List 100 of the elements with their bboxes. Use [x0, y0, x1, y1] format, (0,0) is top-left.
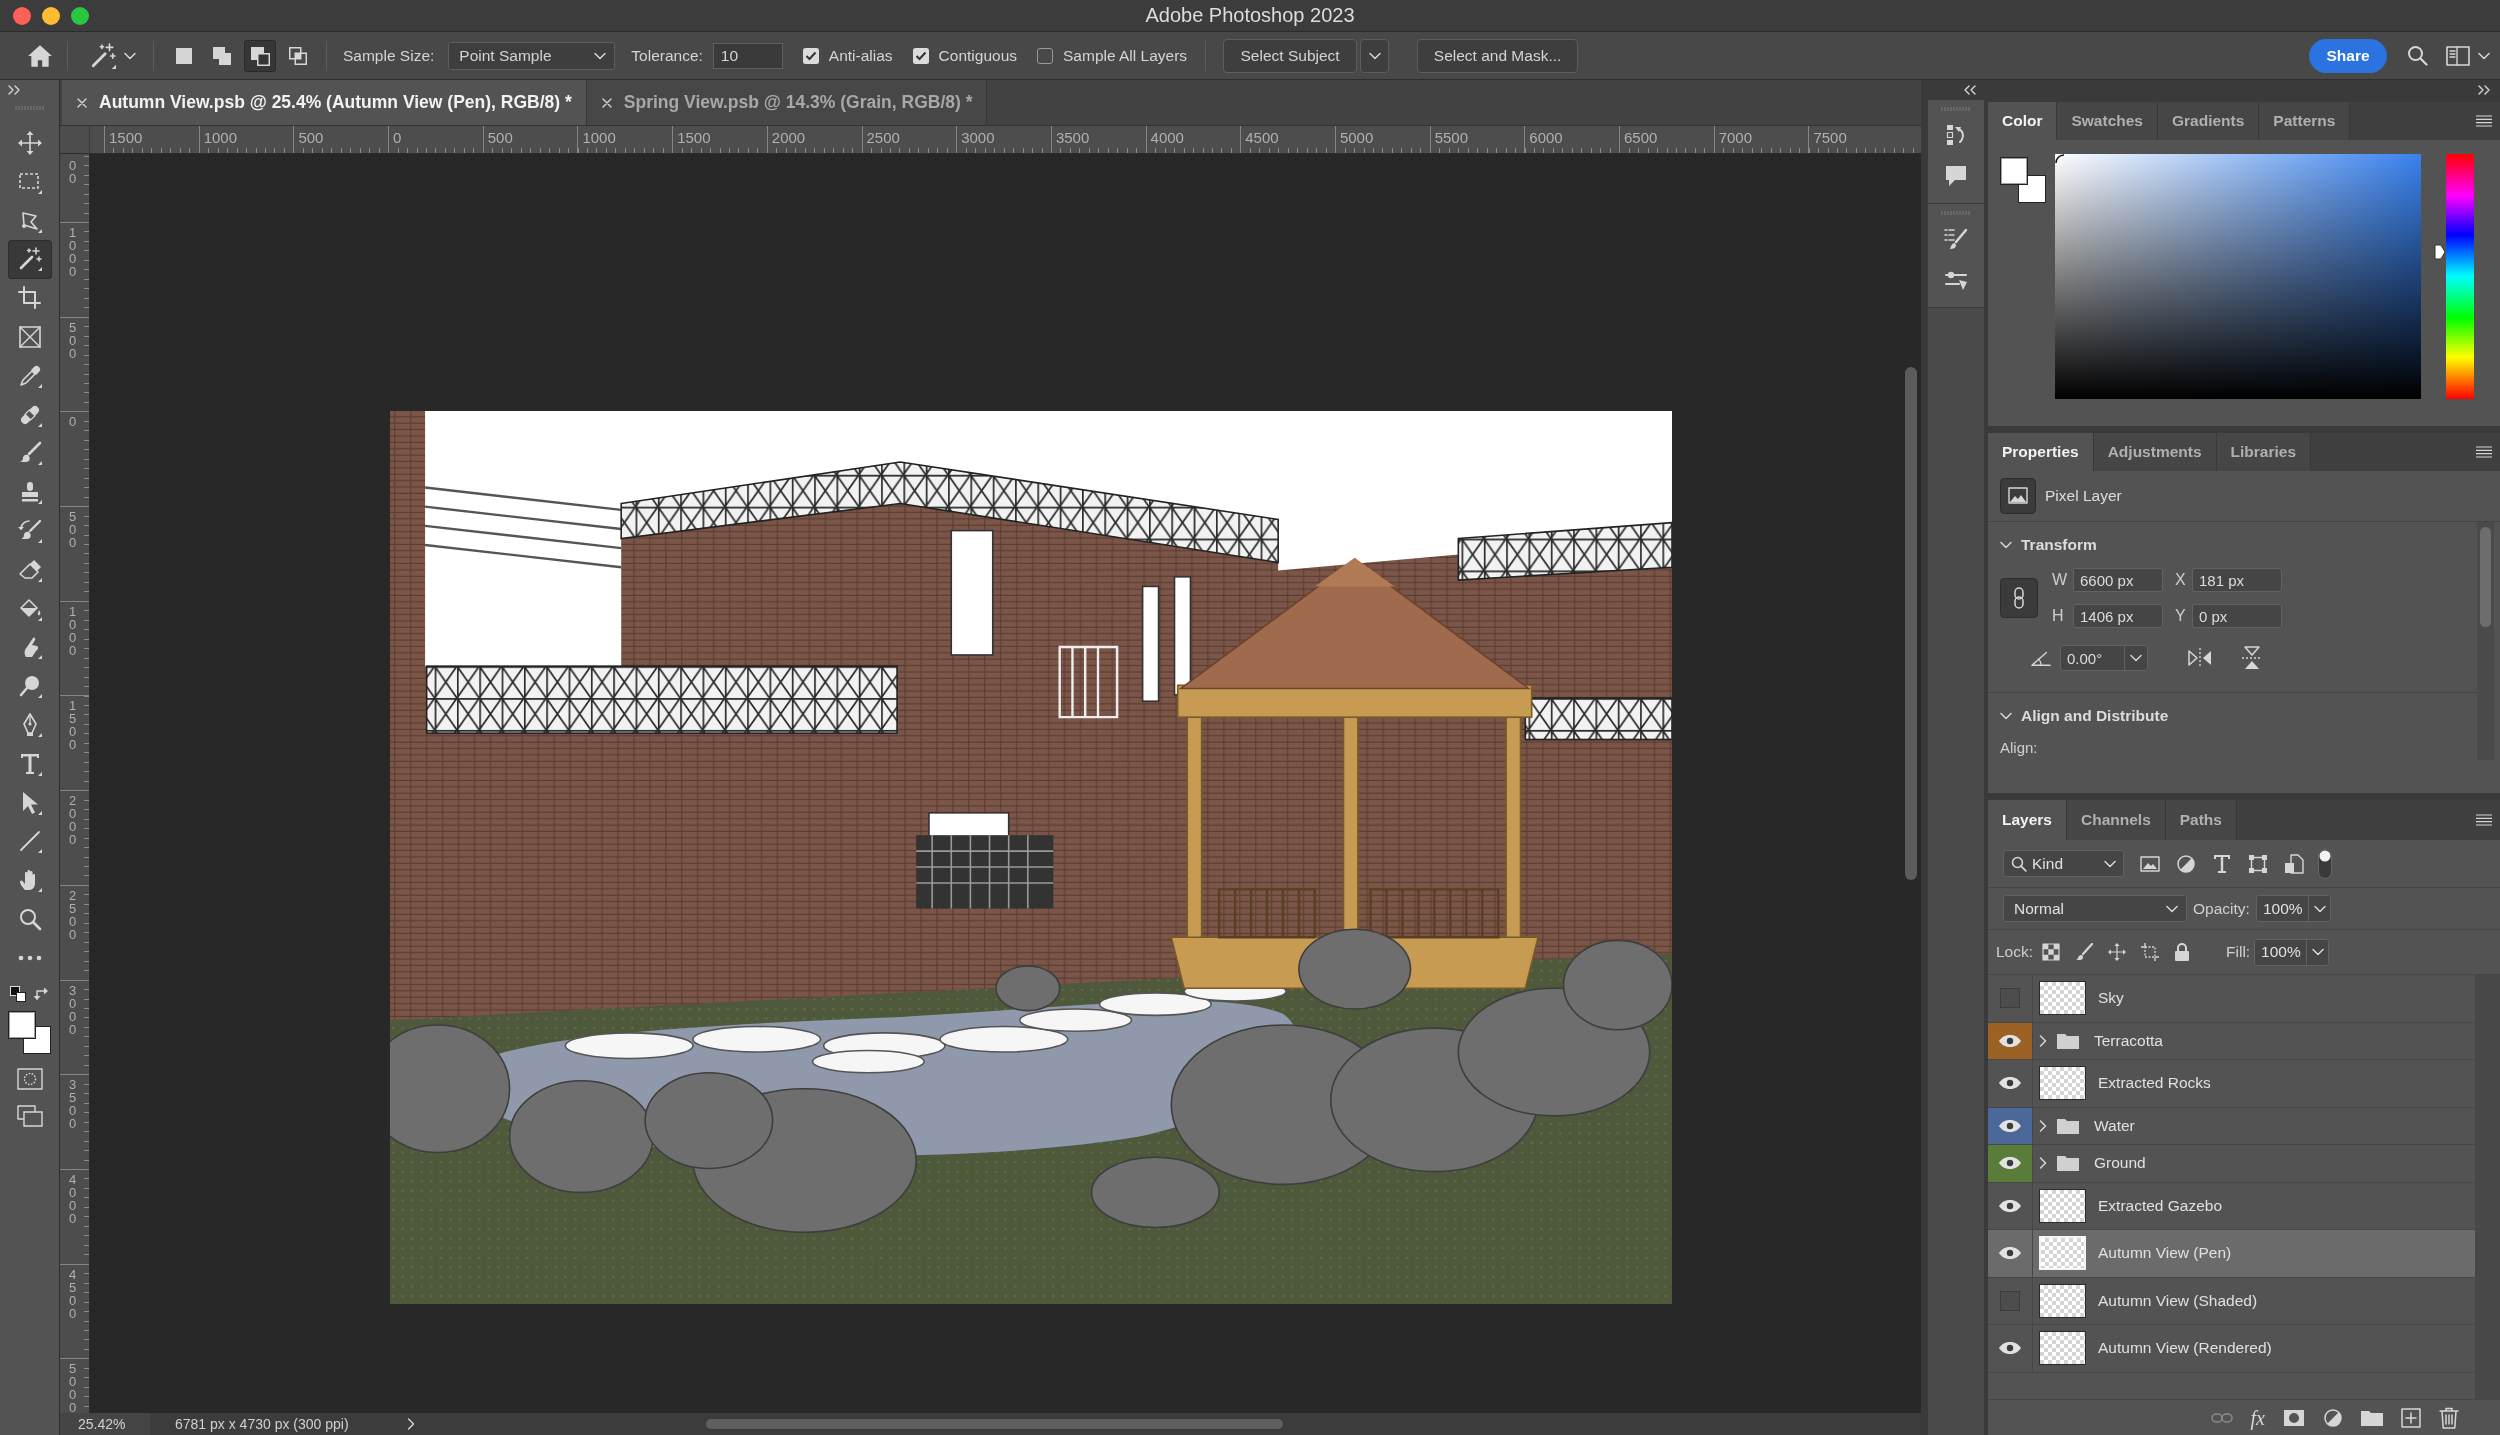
panel-tab[interactable]: Patterns — [2259, 102, 2351, 140]
layer-row[interactable]: Ground — [1988, 1145, 2475, 1183]
panel-tab[interactable]: Libraries — [2216, 433, 2312, 471]
new-layer-icon[interactable] — [2401, 1407, 2421, 1428]
panel-tab[interactable]: Swatches — [2057, 102, 2158, 140]
checkbox[interactable] — [802, 47, 819, 64]
panel-tab[interactable]: Gradients — [2158, 102, 2260, 140]
move-lock-icon[interactable] — [2108, 943, 2127, 961]
panel-tab[interactable]: Properties — [1988, 433, 2094, 471]
hue-slider[interactable] — [2434, 154, 2474, 399]
select-and-mask-button[interactable]: Select and Mask... — [1417, 38, 1579, 73]
tolerance-field[interactable]: 10 — [712, 42, 783, 69]
filter-kind-dropdown[interactable]: Kind — [2003, 850, 2124, 877]
screen-mode-icon[interactable] — [16, 1105, 43, 1128]
caret-icon[interactable] — [124, 51, 136, 60]
close-window-button[interactable] — [13, 6, 31, 25]
panel-tab[interactable]: Layers — [1988, 800, 2067, 840]
visibility-toggle[interactable] — [1988, 1022, 2033, 1059]
type-filter-icon[interactable] — [2212, 853, 2232, 874]
vertical-ruler[interactable]: 00 1000 500 0 500 1000 1500 2000 2500 3000 3500 4000 4500 5000 — [60, 154, 90, 1413]
sliders-icon[interactable] — [1944, 269, 1968, 291]
smart-object-filter-icon[interactable] — [2284, 853, 2304, 874]
trash-icon[interactable] — [2439, 1406, 2459, 1429]
filter-toggle-switch[interactable] — [2318, 848, 2332, 879]
brush-lock-icon[interactable] — [2075, 943, 2094, 961]
search-icon[interactable] — [2407, 45, 2428, 66]
section-header[interactable]: Align and Distribute — [1994, 699, 2477, 733]
layer-row[interactable]: Extracted Rocks — [1988, 1060, 2475, 1108]
shape-filter-icon[interactable] — [2248, 853, 2268, 874]
visibility-toggle[interactable] — [1988, 1107, 2033, 1144]
layer-row[interactable]: Sky — [1988, 975, 2475, 1023]
menu-icon[interactable] — [2476, 814, 2492, 826]
brush-list-icon[interactable] — [1944, 228, 1968, 250]
layer-row[interactable]: Water — [1988, 1107, 2475, 1145]
angle-field[interactable]: 0.00° — [2060, 645, 2148, 671]
chevron-down-icon[interactable] — [2000, 712, 2012, 720]
expand-panels-icon[interactable] — [2478, 85, 2490, 95]
chevron-right-icon[interactable] — [2039, 1119, 2047, 1132]
color-swatches-icon[interactable] — [2000, 157, 2046, 203]
layer-mask-icon[interactable] — [2283, 1408, 2305, 1427]
section-header[interactable]: Transform — [1994, 528, 2477, 562]
blend-mode-dropdown[interactable]: Normal — [2003, 895, 2187, 922]
panel-tab[interactable]: Adjustments — [2093, 433, 2217, 471]
number-field[interactable]: 0 px — [2192, 604, 2282, 628]
vertical-scrollbar-thumb[interactable] — [1905, 367, 1917, 880]
adjustment-filter-icon[interactable] — [2176, 853, 2196, 874]
padlock-icon[interactable] — [2174, 943, 2191, 961]
scrollbar-track[interactable] — [2477, 522, 2494, 760]
number-field[interactable]: 181 px — [2192, 568, 2282, 592]
checkbox-label[interactable]: Sample All Layers — [1063, 46, 1188, 65]
image-filter-icon[interactable] — [2140, 853, 2160, 874]
layer-row[interactable]: Autumn View (Rendered) — [1988, 1325, 2475, 1373]
color-field[interactable] — [2055, 154, 2421, 399]
artboard-lock-icon[interactable] — [2141, 943, 2160, 961]
horizontal-scrollbar-thumb[interactable] — [706, 1419, 1283, 1429]
sample-size-dropdown[interactable]: Point Sample — [448, 41, 616, 70]
visibility-toggle[interactable] — [1988, 1145, 2033, 1182]
fill-field[interactable]: 100% — [2254, 938, 2330, 966]
document-tab[interactable]: Autumn View.psb @ 25.4% (Autumn View (Pen), RGB/8) * — [62, 80, 587, 125]
dropdown-button[interactable] — [1360, 38, 1390, 73]
menu-icon[interactable] — [2476, 115, 2492, 127]
chevron-right-icon[interactable] — [407, 1418, 415, 1430]
number-field[interactable]: 1406 px — [2073, 604, 2163, 628]
number-field[interactable]: 6600 px — [2073, 568, 2163, 592]
scrollbar-thumb[interactable] — [2480, 527, 2491, 627]
scrollbar-track[interactable] — [2475, 975, 2500, 1399]
panel-tab[interactable]: Paths — [2165, 800, 2237, 840]
collapse-panels-icon[interactable] — [1964, 85, 1976, 95]
checkbox[interactable] — [1037, 47, 1053, 64]
caret-icon[interactable] — [2478, 51, 2490, 60]
menu-icon[interactable] — [2476, 446, 2492, 458]
layer-row[interactable]: Autumn View (Shaded) — [1988, 1277, 2475, 1325]
speech-bubble-icon[interactable] — [1944, 165, 1968, 187]
flip-horizontal-icon[interactable] — [2187, 647, 2213, 669]
swap-arrows-icon[interactable] — [33, 986, 50, 1003]
color-picker-marker-icon[interactable] — [2055, 154, 2065, 164]
layer-row[interactable]: Autumn View (Pen) — [1988, 1230, 2475, 1278]
document-tab[interactable]: Spring View.psb @ 14.3% (Grain, RGB/8) * — [586, 80, 988, 125]
magic-wand-icon[interactable] — [90, 42, 116, 69]
horizontal-ruler[interactable]: 1500 1000 500 0 500 1000 1500 2000 2500 3000 3500 4000 4500 5000 5500 6000 6500 7000 7500 — [90, 126, 1921, 154]
quick-mask-icon[interactable] — [16, 1068, 43, 1091]
close-icon[interactable] — [77, 97, 87, 108]
zoom-window-button[interactable] — [71, 6, 89, 25]
panel-tab[interactable]: Channels — [2067, 800, 2166, 840]
checkbox[interactable] — [912, 47, 929, 64]
chevron-right-icon[interactable] — [2039, 1034, 2047, 1047]
default-colors-icon[interactable] — [9, 986, 26, 1003]
selection-mode-button[interactable] — [244, 39, 276, 72]
chain-link-icon[interactable] — [2000, 578, 2038, 618]
expand-panels-icon[interactable] — [8, 85, 20, 95]
home-icon[interactable] — [27, 43, 53, 68]
checkerboard-lock-icon[interactable] — [2042, 943, 2061, 961]
layer-row[interactable]: Terracotta — [1988, 1022, 2475, 1060]
close-icon[interactable] — [601, 97, 612, 108]
opacity-field[interactable]: 100% — [2256, 895, 2331, 922]
chevron-right-icon[interactable] — [2039, 1157, 2047, 1170]
minimize-window-button[interactable] — [42, 6, 60, 25]
history-icon[interactable] — [1945, 124, 1967, 146]
effects-button[interactable]: fx — [2250, 1407, 2265, 1428]
folder-icon[interactable] — [2361, 1409, 2383, 1426]
